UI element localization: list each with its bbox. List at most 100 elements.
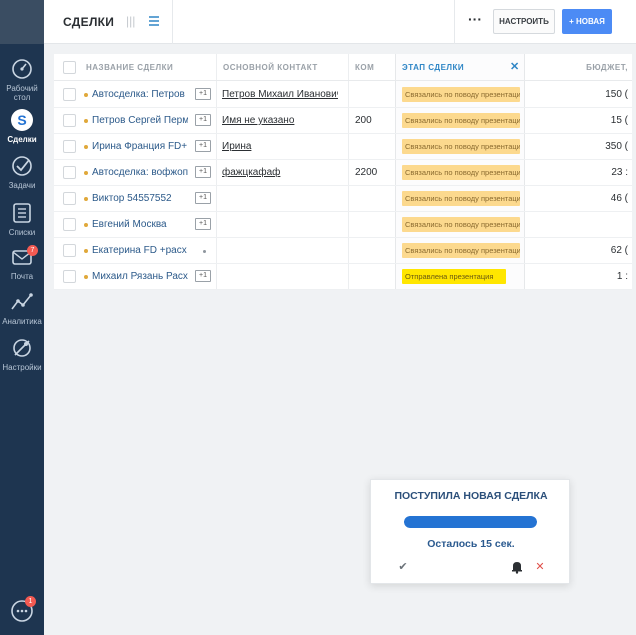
contact-link[interactable]: Петров Михаил Иванович <box>222 89 338 100</box>
sidebar-item-label: Списки <box>8 228 36 237</box>
deal-name-link[interactable]: Виктор 54557552 <box>92 193 188 204</box>
stage-badge[interactable]: Связались по поводу презентации <box>402 191 520 206</box>
company-value: 200 <box>355 115 372 126</box>
accept-check-icon[interactable]: ✔ <box>396 560 410 574</box>
budget-value: 15 ( <box>610 115 628 126</box>
plus-one-badge[interactable]: +1 <box>195 88 211 100</box>
sidebar-item-dashboard[interactable]: Рабочий стол <box>0 56 44 102</box>
setup-button[interactable]: НАСТРОИТЬ <box>493 9 555 34</box>
row-checkbox[interactable] <box>63 218 76 231</box>
deal-name-link[interactable]: Петров Сергей Пермь <box>92 115 188 126</box>
column-header-company[interactable]: КОМ <box>355 63 374 72</box>
status-dot <box>84 275 88 279</box>
status-dot <box>84 249 88 253</box>
plus-one-badge[interactable]: +1 <box>195 192 211 204</box>
company-value: 2200 <box>355 167 378 178</box>
dashboard-gauge-icon <box>12 59 32 79</box>
notification-title: ПОСТУПИЛА НОВАЯ СДЕЛКА <box>394 490 548 502</box>
stage-badge[interactable]: Отправлена презентация <box>402 269 506 284</box>
sidebar-item-label: Аналитика <box>2 317 42 326</box>
column-header-contact[interactable]: ОСНОВНОЙ КОНТАКТ <box>223 63 318 72</box>
close-icon[interactable]: ✕ <box>510 60 520 73</box>
stage-badge[interactable]: Связались по поводу презентации <box>402 165 520 180</box>
sidebar-item-label: Сделки <box>7 135 37 144</box>
column-header-stage[interactable]: ЭТАП СДЕЛКИ <box>402 63 464 72</box>
column-header-name[interactable]: НАЗВАНИЕ СДЕЛКИ <box>86 63 173 72</box>
top-bar: СДЕЛКИ ||| ··· НАСТРОИТЬ + НОВАЯ <box>44 0 636 44</box>
new-deal-notification: ПОСТУПИЛА НОВАЯ СДЕЛКА Осталось 15 сек. … <box>370 479 570 584</box>
deals-table: НАЗВАНИЕ СДЕЛКИ ОСНОВНОЙ КОНТАКТ КОМ ЭТА… <box>54 54 632 290</box>
sidebar-item-label: Рабочий стол <box>6 84 38 102</box>
contact-link[interactable]: фажцкафаф <box>222 167 338 178</box>
status-dot <box>84 223 88 227</box>
list-view-icon[interactable] <box>148 12 160 30</box>
stage-badge[interactable]: Связались по поводу презентации <box>402 113 520 128</box>
sidebar-item-lists[interactable]: Списки <box>0 200 44 237</box>
budget-value: 1 : <box>616 271 628 282</box>
column-header-budget[interactable]: БЮДЖЕТ, <box>586 63 628 72</box>
budget-value: 62 ( <box>610 245 628 256</box>
deal-name-link[interactable]: Автосделка: вофжопщ <box>92 167 188 178</box>
mail-count-badge: 7 <box>27 245 38 256</box>
contact-link[interactable]: Имя не указано <box>222 115 338 126</box>
page-title: СДЕЛКИ <box>63 15 115 29</box>
sidebar-item-tasks[interactable]: Задачи <box>0 153 44 190</box>
plus-one-badge[interactable]: +1 <box>195 114 211 126</box>
table-row[interactable]: Виктор 54557552 +1 Связались по поводу пре… <box>54 186 632 212</box>
dismiss-close-icon[interactable]: ✕ <box>533 560 547 574</box>
row-checkbox[interactable] <box>63 114 76 127</box>
sidebar-item-label: Почта <box>10 272 34 281</box>
sidebar-item-deals[interactable]: S Сделки <box>0 107 44 144</box>
deal-name-link[interactable]: Евгений Москва <box>92 219 188 230</box>
bell-mute-icon[interactable] <box>510 560 524 574</box>
stage-badge[interactable]: Связались по поводу презентации <box>402 217 520 232</box>
sidebar-item-analytics[interactable]: Аналитика <box>0 289 44 326</box>
row-checkbox[interactable] <box>63 192 76 205</box>
sidebar-item-label: Настройки <box>2 363 42 372</box>
row-checkbox[interactable] <box>63 140 76 153</box>
header-divider <box>454 0 455 44</box>
table-header: НАЗВАНИЕ СДЕЛКИ ОСНОВНОЙ КОНТАКТ КОМ ЭТА… <box>54 54 632 81</box>
table-row[interactable]: Петров Сергей Пермь +1 Имя не указано 200 Св… <box>54 108 632 134</box>
budget-value: 23 : <box>611 167 628 178</box>
plus-one-badge[interactable]: +1 <box>195 140 211 152</box>
deal-name-link[interactable]: Екатерина FD +расх <box>92 245 188 256</box>
plus-one-badge[interactable]: +1 <box>195 270 211 282</box>
deal-name-link[interactable]: Автосделка: Петров М <box>92 89 188 100</box>
table-row[interactable]: Автосделка: вофжопщ +1 фажцкафаф 2200 Связал… <box>54 160 632 186</box>
tasks-check-icon <box>12 156 32 176</box>
sidebar: Рабочий стол S Сделки Задачи Списки 7 По… <box>0 0 44 635</box>
status-dot <box>84 145 88 149</box>
stage-badge[interactable]: Связались по поводу презентации <box>402 87 520 102</box>
dot-marker <box>203 250 206 253</box>
row-checkbox[interactable] <box>63 270 76 283</box>
table-row[interactable]: Автосделка: Петров М +1 Петров Михаил Иван… <box>54 82 632 108</box>
svg-text:S: S <box>17 112 26 128</box>
status-dot <box>84 197 88 201</box>
table-row[interactable]: Михаил Рязань Расхо +1 Отправлена презента… <box>54 264 632 290</box>
pipeline-view-toggle[interactable]: ||| <box>126 14 135 28</box>
settings-icon <box>13 339 31 357</box>
plus-one-badge[interactable]: +1 <box>195 218 211 230</box>
table-row[interactable]: Ирина Франция FD+ F +1 Ирина Связались по п… <box>54 134 632 160</box>
table-row[interactable]: Екатерина FD +расх Связались по поводу пр… <box>54 238 632 264</box>
sidebar-item-mail[interactable]: 7 Почта <box>0 244 44 281</box>
row-checkbox[interactable] <box>63 88 76 101</box>
select-all-checkbox[interactable] <box>63 61 76 74</box>
status-dot <box>84 171 88 175</box>
deal-name-link[interactable]: Ирина Франция FD+ F <box>92 141 188 152</box>
stage-badge[interactable]: Связались по поводу презентации <box>402 139 520 154</box>
table-row[interactable]: Евгений Москва +1 Связались по поводу през… <box>54 212 632 238</box>
row-checkbox[interactable] <box>63 244 76 257</box>
new-deal-button[interactable]: + НОВАЯ <box>562 9 612 34</box>
stage-badge[interactable]: Связались по поводу презентации <box>402 243 520 258</box>
deal-name-link[interactable]: Михаил Рязань Расхо <box>92 271 188 282</box>
support-chat-button[interactable]: 1 <box>10 596 36 623</box>
sidebar-item-settings[interactable]: Настройки <box>0 335 44 372</box>
contact-link[interactable]: Ирина <box>222 141 338 152</box>
row-checkbox[interactable] <box>63 166 76 179</box>
budget-value: 350 ( <box>605 141 628 152</box>
plus-one-badge[interactable]: +1 <box>195 166 211 178</box>
more-options-button[interactable]: ··· <box>464 10 486 32</box>
chat-count-badge: 1 <box>25 596 36 607</box>
